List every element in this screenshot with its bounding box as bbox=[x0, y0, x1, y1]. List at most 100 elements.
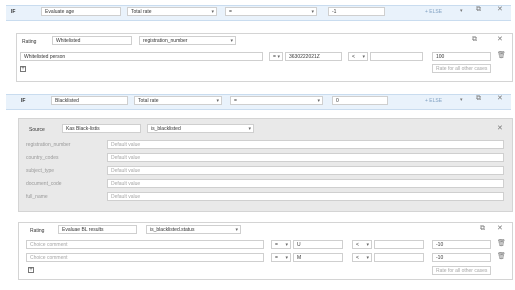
choice-value-input[interactable]: 3630222021Z bbox=[285, 52, 342, 61]
choice-result-input[interactable]: -10 bbox=[432, 240, 491, 249]
close-icon[interactable]: ✕ bbox=[497, 125, 503, 133]
chevron-down-icon: ▾ bbox=[317, 98, 320, 104]
rating-name-input[interactable]: Evaluae BL results bbox=[58, 225, 137, 234]
source-label: Source bbox=[29, 127, 45, 133]
copy-icon[interactable]: ⧉ bbox=[480, 225, 485, 233]
copy-icon[interactable]: ⧉ bbox=[476, 95, 481, 103]
if-name-value: Blacklisted bbox=[55, 98, 79, 104]
if-metric-select[interactable]: Total rate ▾ bbox=[134, 96, 222, 105]
chevron-down-icon: ▾ bbox=[311, 9, 314, 15]
rating-name-value: Evaluae BL results bbox=[62, 227, 104, 233]
choice-value-input[interactable]: U bbox=[293, 240, 343, 249]
rating-field-value: is_blacklisted.status bbox=[150, 227, 195, 233]
plus-icon[interactable]: + bbox=[28, 267, 34, 273]
close-icon[interactable]: ✕ bbox=[497, 6, 503, 14]
choice-operator-select[interactable]: = ▾ bbox=[271, 240, 291, 249]
param-label: registration_number bbox=[26, 142, 71, 148]
param-default-placeholder: Default value bbox=[111, 181, 141, 187]
choice-comment-value: Whitelisted person bbox=[24, 54, 66, 60]
chevron-down-icon: ▾ bbox=[216, 98, 219, 104]
rating-label: Rating bbox=[22, 39, 37, 45]
chevron-down-icon[interactable]: ▾ bbox=[460, 7, 463, 15]
choice-comment-placeholder: Choice comment bbox=[30, 242, 68, 248]
choice-value-text: M bbox=[297, 255, 302, 261]
if-operator-select[interactable]: = ▾ bbox=[230, 96, 323, 105]
if-metric-value: Total rate bbox=[138, 98, 159, 104]
param-default-input[interactable]: Default value bbox=[107, 166, 504, 175]
copy-icon[interactable]: ⧉ bbox=[472, 36, 477, 44]
rating-name-input[interactable]: Whitelisted bbox=[52, 36, 132, 45]
choice-operator-select[interactable]: = ▾ bbox=[269, 52, 283, 61]
if-value-text: -1 bbox=[332, 9, 337, 15]
trash-icon[interactable]: 🗑 bbox=[497, 52, 506, 60]
trash-icon[interactable]: 🗑 bbox=[497, 253, 506, 261]
choice-result-input[interactable]: 100 bbox=[432, 52, 491, 61]
if-name-value: Evaluate age bbox=[45, 9, 75, 15]
choice-value2-input[interactable] bbox=[374, 240, 424, 249]
other-cases-input[interactable]: Rate for all other cases bbox=[432, 64, 491, 73]
source-name-value: Kas Black-listis bbox=[66, 126, 100, 132]
if-name-input[interactable]: Evaluate age bbox=[41, 7, 121, 16]
rating-label: Rating bbox=[30, 228, 45, 234]
choice-comment-input[interactable]: Choice comment bbox=[26, 253, 264, 262]
chevron-down-icon: ▾ bbox=[366, 242, 369, 248]
param-default-placeholder: Default value bbox=[111, 142, 141, 148]
if-value-input[interactable]: -1 bbox=[328, 7, 385, 16]
if-operator-value: = bbox=[234, 98, 237, 104]
choice-operator2-select[interactable]: < ▾ bbox=[348, 52, 368, 61]
choice-comment-input[interactable]: Whitelisted person bbox=[20, 52, 263, 61]
rating-name-value: Whitelisted bbox=[56, 38, 81, 44]
trash-icon[interactable]: 🗑 bbox=[497, 240, 506, 248]
if-name-input[interactable]: Blacklisted bbox=[51, 96, 128, 105]
choice-operator2-select[interactable]: < ▾ bbox=[352, 240, 372, 249]
choice-operator-value: = bbox=[275, 242, 278, 248]
param-label: full_name bbox=[26, 194, 48, 200]
choice-value2-input[interactable] bbox=[374, 253, 424, 262]
param-default-placeholder: Default value bbox=[111, 194, 141, 200]
other-cases-input[interactable]: Rate for all other cases bbox=[432, 266, 491, 275]
choice-operator2-value: < bbox=[356, 242, 359, 248]
if-keyword: IF bbox=[11, 9, 16, 15]
choice-operator2-value: < bbox=[352, 54, 355, 60]
other-cases-placeholder: Rate for all other cases bbox=[436, 66, 488, 72]
source-name-input[interactable]: Kas Black-listis bbox=[62, 124, 141, 133]
choice-value2-input[interactable] bbox=[370, 52, 423, 61]
choice-value-text: U bbox=[297, 242, 301, 248]
add-else-link[interactable]: + ELSE bbox=[425, 9, 442, 15]
chevron-down-icon[interactable]: ▾ bbox=[460, 96, 463, 104]
choice-result-value: 100 bbox=[436, 54, 445, 60]
close-icon[interactable]: ✕ bbox=[497, 36, 503, 44]
param-label: document_code bbox=[26, 181, 62, 187]
chevron-down-icon: ▾ bbox=[211, 9, 214, 15]
param-default-input[interactable]: Default value bbox=[107, 140, 504, 149]
if-operator-select[interactable]: = ▾ bbox=[225, 7, 317, 16]
plus-icon[interactable]: + bbox=[20, 66, 26, 72]
add-else-link[interactable]: + ELSE bbox=[425, 98, 442, 104]
param-default-input[interactable]: Default value bbox=[107, 192, 504, 201]
if-operator-value: = bbox=[229, 9, 232, 15]
copy-icon[interactable]: ⧉ bbox=[476, 6, 481, 14]
chevron-down-icon: ▾ bbox=[235, 227, 238, 233]
param-default-input[interactable]: Default value bbox=[107, 179, 504, 188]
source-field-select[interactable]: is_blacklisted ▾ bbox=[147, 124, 254, 133]
choice-result-input[interactable]: -10 bbox=[432, 253, 491, 262]
chevron-down-icon: ▾ bbox=[230, 38, 233, 44]
choice-comment-placeholder: Choice comment bbox=[30, 255, 68, 261]
choice-value-text: 3630222021Z bbox=[289, 54, 320, 60]
if-metric-select[interactable]: Total rate ▾ bbox=[127, 7, 217, 16]
chevron-down-icon: ▾ bbox=[285, 242, 288, 248]
choice-comment-input[interactable]: Choice comment bbox=[26, 240, 264, 249]
choice-operator2-select[interactable]: < ▾ bbox=[352, 253, 372, 262]
close-icon[interactable]: ✕ bbox=[497, 95, 503, 103]
source-field-value: is_blacklisted bbox=[151, 126, 181, 132]
close-icon[interactable]: ✕ bbox=[497, 225, 503, 233]
rating-field-select[interactable]: registration_number ▾ bbox=[139, 36, 236, 45]
if-keyword: IF bbox=[21, 98, 26, 104]
choice-operator-select[interactable]: = ▾ bbox=[271, 253, 291, 262]
param-default-input[interactable]: Default value bbox=[107, 153, 504, 162]
if-value-input[interactable]: 0 bbox=[332, 96, 388, 105]
rating-field-select[interactable]: is_blacklisted.status ▾ bbox=[146, 225, 241, 234]
rating-field-value: registration_number bbox=[143, 38, 188, 44]
param-label: subject_type bbox=[26, 168, 55, 174]
choice-value-input[interactable]: M bbox=[293, 253, 343, 262]
